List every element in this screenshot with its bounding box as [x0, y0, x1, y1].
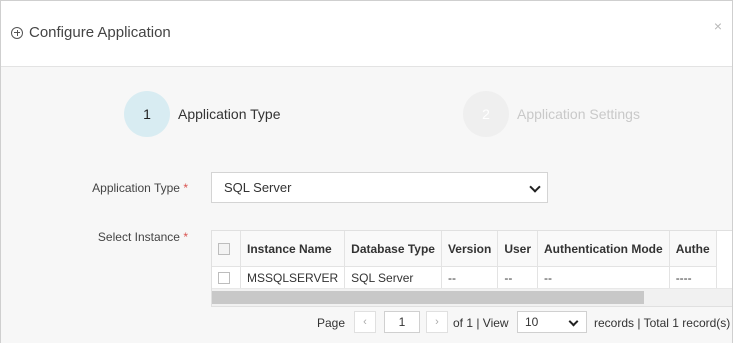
- page-label: Page: [317, 316, 346, 330]
- authentication-mode-cell: --: [537, 266, 670, 288]
- page-count-text: of 1 | View: [453, 316, 509, 330]
- instance-table: Instance Name Database Type Version User…: [211, 230, 732, 307]
- column-header[interactable]: Database Type: [344, 231, 442, 267]
- column-header[interactable]: Version: [441, 231, 499, 267]
- page-size-select[interactable]: 10: [517, 311, 587, 333]
- required-mark: *: [183, 181, 188, 195]
- step-label: Application Settings: [517, 106, 640, 122]
- configure-application-dialog: Configure Application × 1 Application Ty…: [0, 0, 733, 343]
- page-number-input[interactable]: 1: [384, 311, 420, 333]
- user-cell: --: [497, 266, 539, 288]
- page-size-value: 10: [525, 315, 539, 329]
- select-instance-label: Select Instance *: [8, 230, 188, 244]
- horizontal-scrollbar[interactable]: [212, 288, 732, 306]
- step-application-settings: 2 Application Settings: [463, 91, 640, 137]
- instance-name-cell: MSSQLSERVER: [240, 266, 346, 288]
- table-header-row: Instance Name Database Type Version User…: [212, 231, 717, 267]
- dialog-title: Configure Application: [29, 24, 171, 41]
- step-application-type: 1 Application Type: [124, 91, 280, 137]
- select-all-checkbox[interactable]: [218, 242, 230, 255]
- application-type-label-text: Application Type: [92, 181, 180, 195]
- scrollbar-thumb[interactable]: [212, 291, 644, 304]
- column-header[interactable]: Instance Name: [240, 231, 346, 267]
- select-all-cell: [212, 231, 241, 267]
- prev-page-button[interactable]: ‹: [354, 311, 376, 333]
- row-checkbox-cell: [212, 266, 241, 288]
- database-type-cell: SQL Server: [344, 266, 442, 288]
- application-type-select[interactable]: SQL Server: [211, 172, 548, 203]
- instance-table-grid: Instance Name Database Type Version User…: [212, 231, 717, 288]
- dialog-title-wrap: Configure Application: [11, 24, 171, 41]
- table-row[interactable]: MSSQLSERVER SQL Server -- -- -- ----: [212, 266, 717, 288]
- version-cell: --: [441, 266, 499, 288]
- chevron-down-icon: [568, 316, 579, 327]
- column-header[interactable]: User: [497, 231, 539, 267]
- close-icon[interactable]: ×: [714, 19, 722, 33]
- column-header[interactable]: Authentication Mode: [537, 231, 670, 267]
- select-instance-label-text: Select Instance: [97, 230, 180, 244]
- required-mark: *: [183, 230, 188, 244]
- next-page-button[interactable]: ›: [426, 311, 448, 333]
- authentication-cell: ----: [669, 266, 717, 288]
- dialog-body: 1 Application Type 2 Application Setting…: [1, 67, 732, 343]
- plus-circle-icon: [11, 26, 23, 39]
- chevron-down-icon: [529, 181, 541, 193]
- records-total-text: records | Total 1 record(s): [594, 316, 731, 330]
- step-number-circle: 2: [463, 91, 509, 137]
- row-checkbox[interactable]: [218, 271, 230, 284]
- step-label: Application Type: [178, 106, 281, 122]
- application-type-value: SQL Server: [224, 180, 292, 195]
- application-type-label: Application Type *: [8, 181, 188, 195]
- step-number-circle: 1: [124, 91, 170, 137]
- dialog-header: Configure Application ×: [1, 1, 732, 67]
- column-header[interactable]: Authe: [669, 231, 717, 267]
